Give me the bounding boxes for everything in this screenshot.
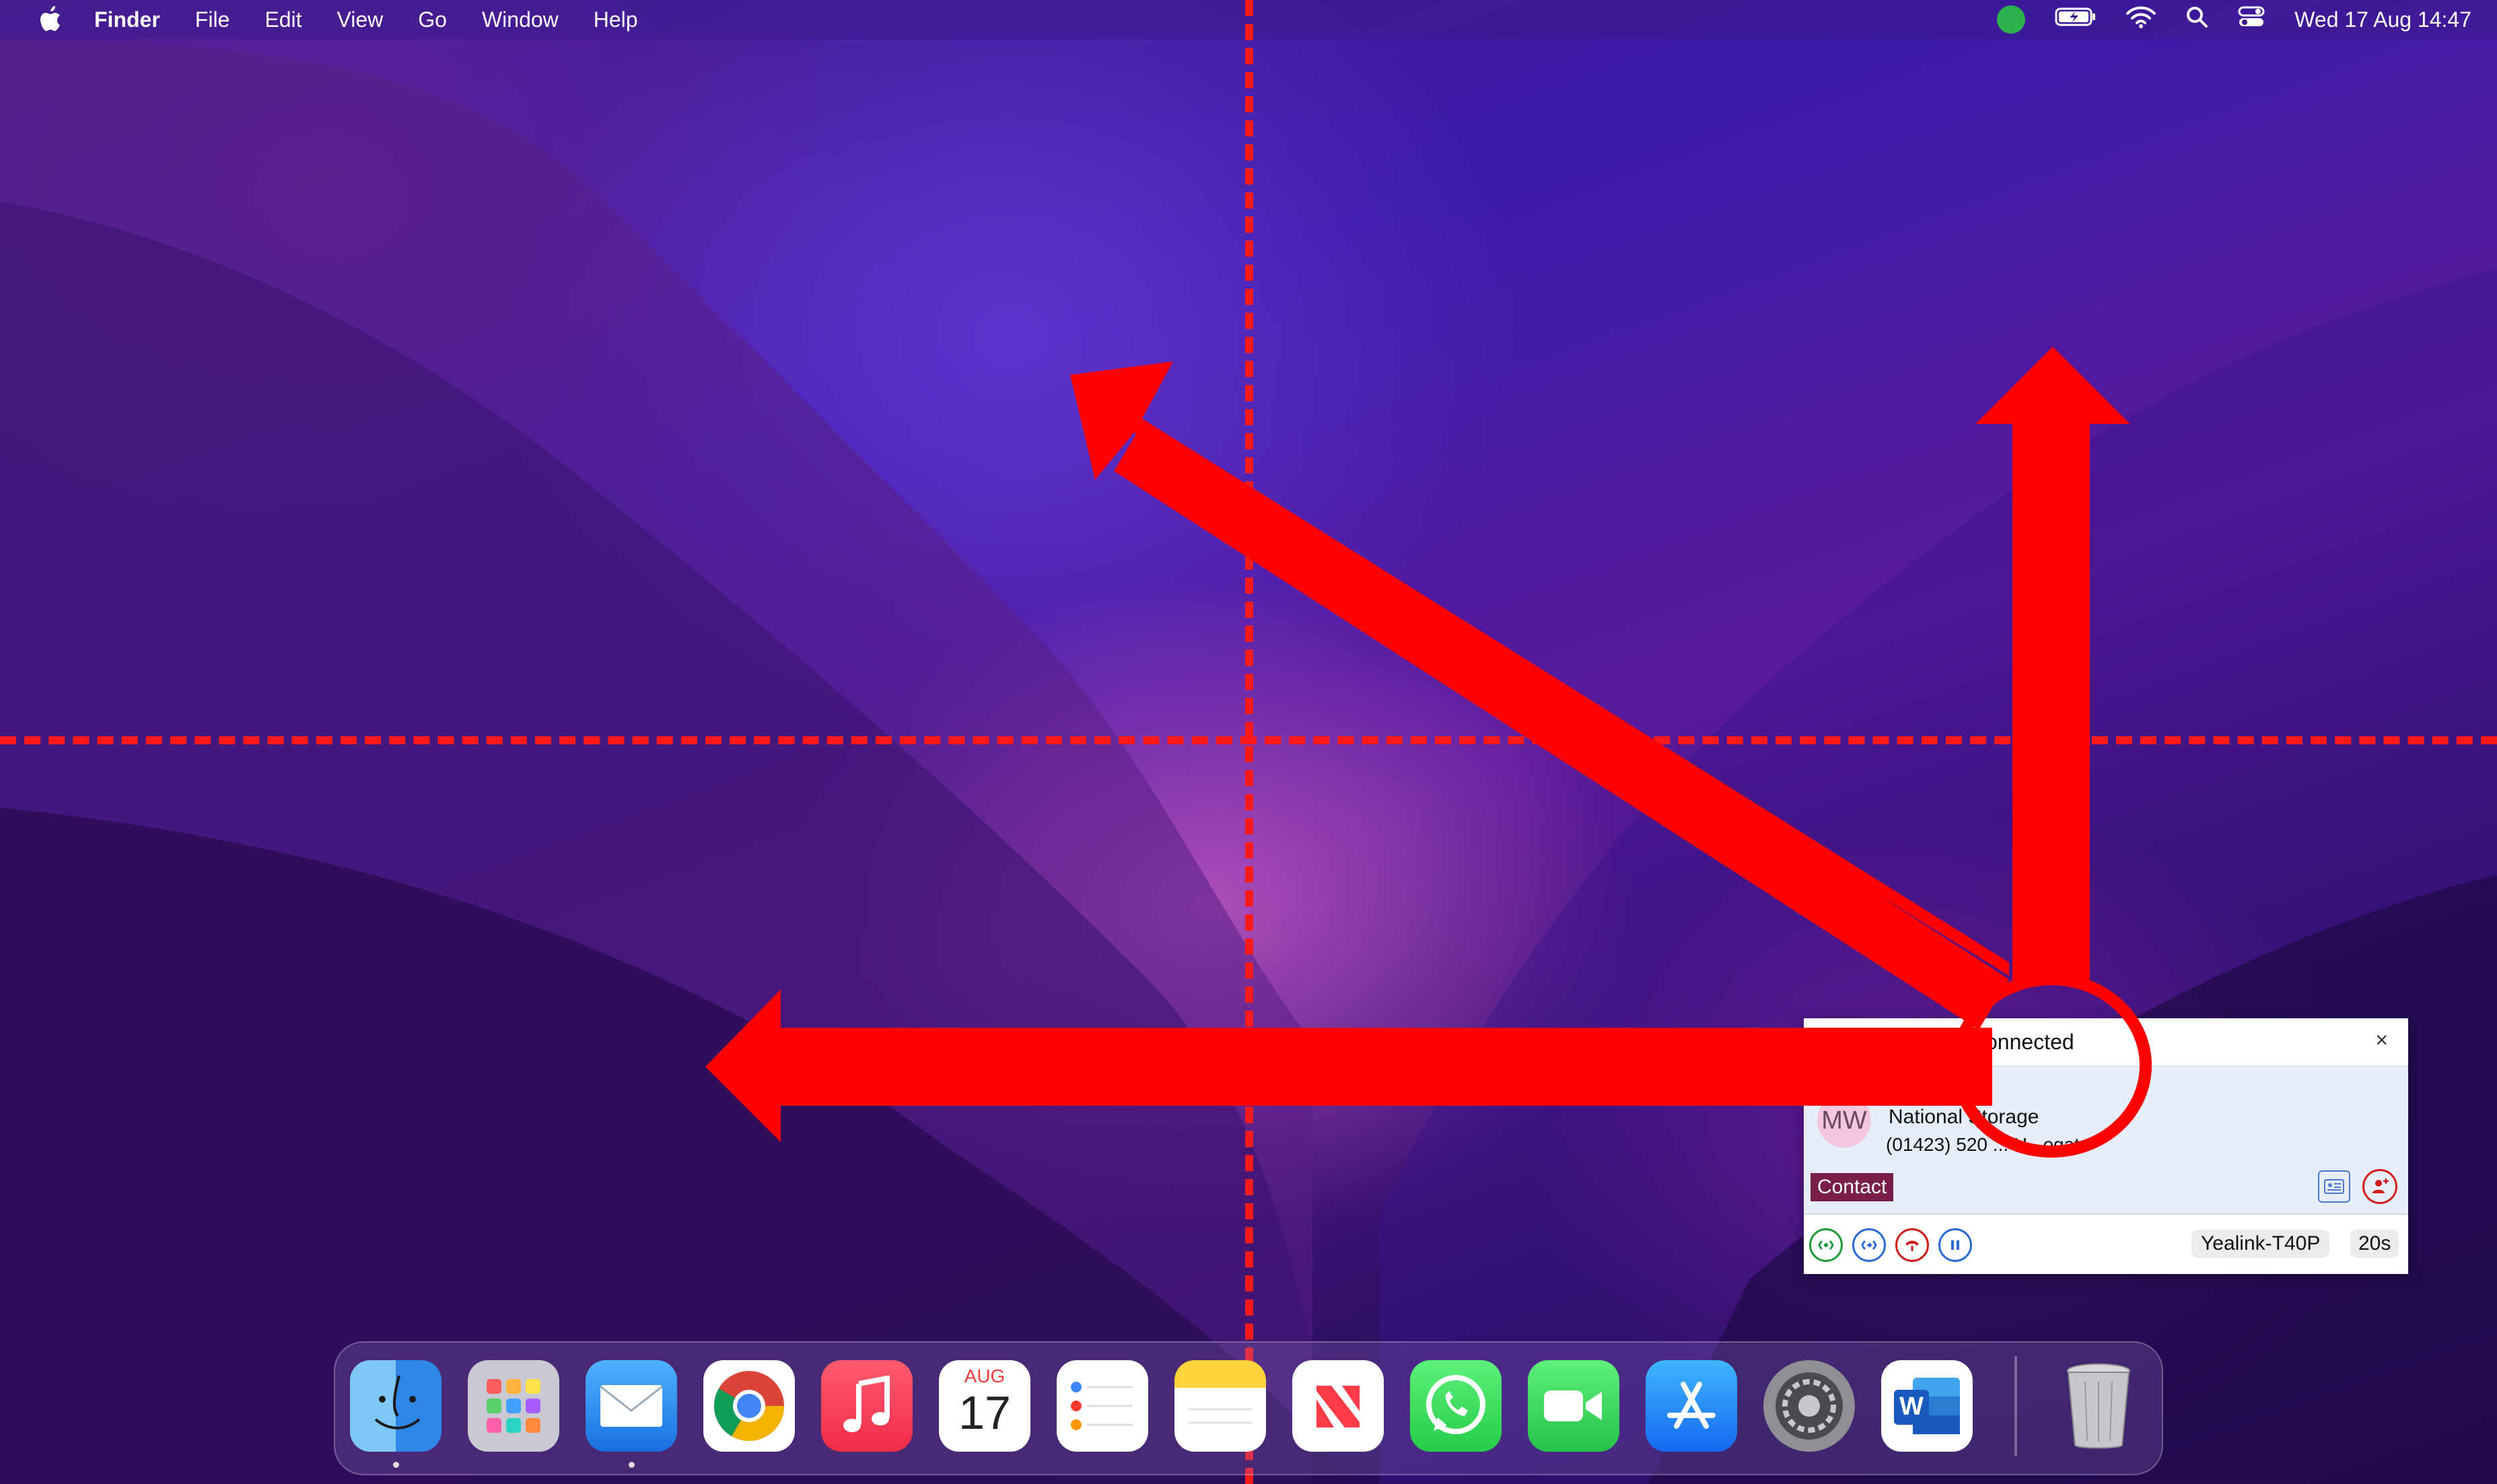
word-letter: W <box>1899 1392 1924 1421</box>
calendar-icon[interactable]: AUG 17 <box>939 1360 1030 1452</box>
battery-charging-icon[interactable] <box>2055 7 2097 32</box>
reminders-icon[interactable] <box>1057 1360 1148 1452</box>
menu-clock[interactable]: Wed 17 Aug 14:47 <box>2294 7 2471 32</box>
finder-icon[interactable] <box>350 1360 442 1452</box>
mail-running-indicator <box>629 1462 635 1468</box>
call-duration: 20s <box>2350 1230 2399 1258</box>
add-contact-icon[interactable] <box>2362 1169 2397 1204</box>
notes-icon[interactable] <box>1174 1360 1266 1452</box>
contact-button[interactable]: Contact <box>1810 1173 1894 1201</box>
spotlight-search-icon[interactable] <box>2185 5 2208 34</box>
contact-card-icon[interactable] <box>2318 1170 2350 1203</box>
menu-window[interactable]: Window <box>482 7 559 32</box>
word-icon[interactable]: W <box>1881 1360 1973 1452</box>
wifi-icon[interactable] <box>2126 5 2156 34</box>
menu-file[interactable]: File <box>195 7 230 32</box>
calendar-month: AUG <box>964 1366 1006 1386</box>
menu-app-name[interactable]: Finder <box>94 7 160 32</box>
control-center-icon[interactable] <box>2238 5 2265 34</box>
system-preferences-icon[interactable] <box>1763 1360 1855 1452</box>
hold-icon[interactable] <box>1938 1228 1972 1262</box>
app-store-icon[interactable] <box>1646 1360 1737 1452</box>
transfer-call-icon[interactable] <box>1809 1228 1843 1262</box>
green-status-dot[interactable] <box>1997 5 2026 34</box>
caller-name: n Wilson <box>1893 1076 1983 1100</box>
mail-icon[interactable] <box>586 1360 677 1452</box>
horizontal-dashed-guide <box>0 736 2497 744</box>
chrome-icon[interactable] <box>703 1360 795 1452</box>
menu-help[interactable]: Help <box>594 7 638 32</box>
call-notification-popup: l: Connected × MW n Wilson National Stor… <box>1804 1018 2408 1274</box>
menu-edit[interactable]: Edit <box>265 7 302 32</box>
caller-phone: (01423) 520 ... H...ogate <box>1886 1134 2090 1155</box>
avatar: MW <box>1817 1094 1871 1147</box>
launchpad-icon[interactable] <box>468 1360 559 1452</box>
hang-up-icon[interactable] <box>1895 1228 1929 1262</box>
apple-menu-icon[interactable] <box>35 5 65 34</box>
caller-details: MW n Wilson National Storage (01423) 520… <box>1804 1067 2408 1215</box>
menu-view[interactable]: View <box>337 7 383 32</box>
call-controls: Yealink-T40P 20s <box>1804 1215 2408 1275</box>
calendar-day: 17 <box>958 1386 1011 1439</box>
menu-go[interactable]: Go <box>418 7 447 32</box>
dock-separator <box>2014 1356 2017 1456</box>
call-status-title: l: Connected <box>1953 1029 2074 1054</box>
device-badge: Yealink-T40P <box>2191 1230 2330 1258</box>
forward-call-icon[interactable] <box>1852 1228 1886 1262</box>
music-icon[interactable] <box>821 1360 913 1452</box>
caller-company: National Storage <box>1889 1106 2039 1128</box>
news-icon[interactable] <box>1292 1360 1384 1452</box>
trash-icon[interactable] <box>2053 1360 2144 1452</box>
whatsapp-icon[interactable] <box>1410 1360 1502 1452</box>
close-icon[interactable]: × <box>2375 1028 2388 1053</box>
facetime-icon[interactable] <box>1528 1360 1619 1452</box>
popup-header: l: Connected × <box>1804 1018 2408 1067</box>
finder-running-indicator <box>393 1462 399 1468</box>
